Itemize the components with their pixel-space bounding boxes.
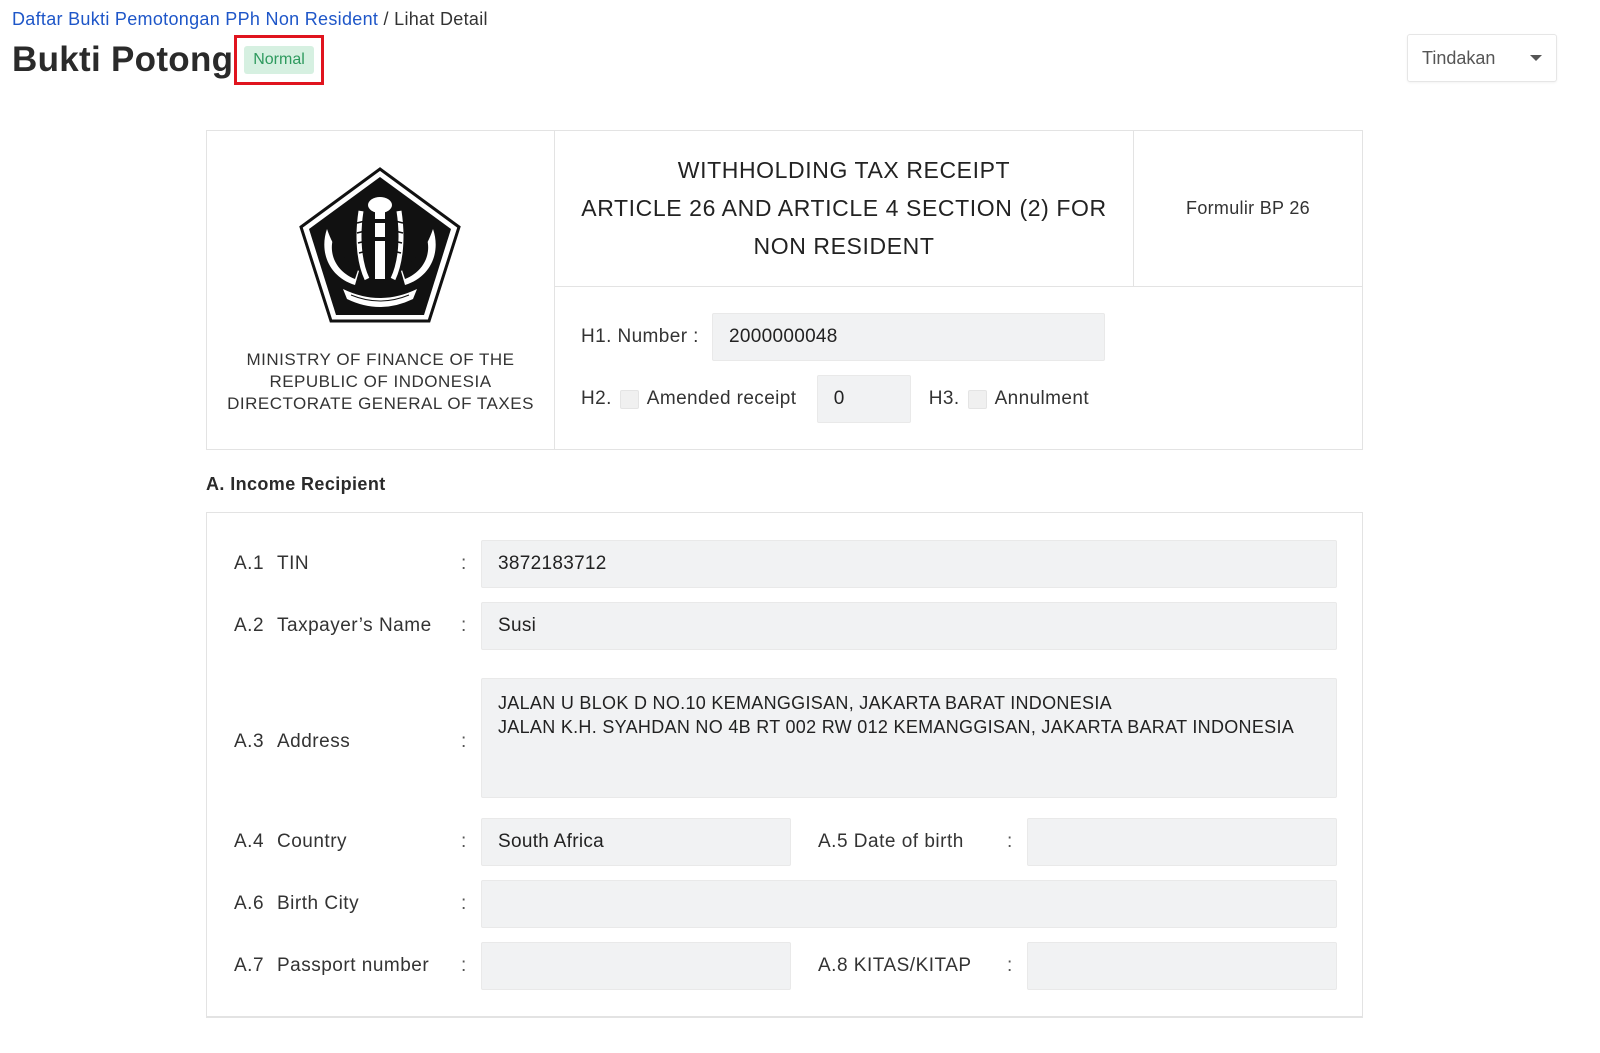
h1-row: H1. Number : 2000000048: [581, 313, 1105, 361]
passport-number-field[interactable]: [481, 942, 791, 990]
form-code: Formulir BP 26: [1134, 131, 1362, 287]
ministry-line: MINISTRY OF FINANCE OF THE: [246, 350, 515, 369]
receipt-number-field[interactable]: 2000000048: [712, 313, 1105, 361]
amended-receipt-checkbox[interactable]: [619, 389, 639, 409]
ministry-line: REPUBLIC OF INDONESIA: [269, 372, 492, 391]
annulment-checkbox[interactable]: [967, 389, 987, 409]
caret-down-icon: [1530, 55, 1542, 61]
a3-label: Address: [277, 731, 351, 752]
a4-colon: :: [461, 831, 467, 852]
section-title-income-recipient: A. Income Recipient: [206, 474, 386, 494]
a3-colon: :: [461, 731, 467, 752]
date-of-birth-field[interactable]: [1027, 818, 1337, 866]
address-line: JALAN U BLOK D NO.10 KEMANGGISAN, JAKART…: [498, 693, 1112, 713]
income-recipient-section: A.1 TIN : 3872183712 A.2 Taxpayer’s Name…: [206, 512, 1363, 1018]
address-field[interactable]: JALAN U BLOK D NO.10 KEMANGGISAN, JAKART…: [481, 678, 1337, 798]
h3-label: H3.: [928, 388, 960, 409]
a1-colon: :: [461, 553, 467, 574]
a2-code: A.2: [234, 615, 265, 636]
form-title: WITHHOLDING TAX RECEIPT ARTICLE 26 AND A…: [555, 131, 1134, 287]
a7-label: Passport number: [277, 955, 430, 976]
a7-colon: :: [461, 955, 467, 976]
form-title-line: ARTICLE 26 AND ARTICLE 4 SECTION (2) FOR: [581, 195, 1107, 221]
a8-colon: :: [1007, 955, 1013, 976]
amendment-number-field[interactable]: 0: [816, 375, 911, 423]
amended-receipt-label: Amended receipt: [646, 388, 797, 409]
tin-field[interactable]: 3872183712: [481, 540, 1337, 588]
h2-row: H2. Amended receipt 0 H3. Annulment: [581, 375, 1089, 423]
a1-code: A.1: [234, 553, 265, 574]
birth-city-field[interactable]: [481, 880, 1337, 928]
ministry-name: MINISTRY OF FINANCE OF THE REPUBLIC OF I…: [207, 349, 554, 415]
form-title-line: WITHHOLDING TAX RECEIPT: [677, 157, 1011, 183]
a6-code: A.6: [234, 893, 265, 914]
a3-code: A.3: [234, 731, 265, 752]
h2-label: H2.: [581, 388, 612, 409]
a2-label: Taxpayer’s Name: [277, 615, 432, 636]
a4-label: Country: [277, 831, 348, 852]
a4-code: A.4: [234, 831, 265, 852]
form-header: MINISTRY OF FINANCE OF THE REPUBLIC OF I…: [206, 130, 1363, 450]
ministry-line: DIRECTORATE GENERAL OF TAXES: [227, 394, 534, 413]
logo-cell: MINISTRY OF FINANCE OF THE REPUBLIC OF I…: [207, 131, 555, 449]
page-title: Bukti Potong: [12, 40, 234, 79]
a1-label: TIN: [277, 553, 310, 574]
annulment-label: Annulment: [994, 388, 1089, 409]
a6-colon: :: [461, 893, 467, 914]
breadcrumb: Daftar Bukti Pemotongan PPh Non Resident…: [12, 9, 488, 30]
status-badge: Normal: [244, 46, 314, 74]
status-highlight: Normal: [234, 35, 324, 85]
a7-code: A.7: [234, 955, 265, 976]
a5-label: A.5 Date of birth: [818, 831, 964, 852]
a5-colon: :: [1007, 831, 1013, 852]
h1-label: H1. Number :: [581, 326, 699, 347]
breadcrumb-current: Lihat Detail: [394, 9, 488, 29]
taxpayer-name-field[interactable]: Susi: [481, 602, 1337, 650]
ministry-emblem-icon: [299, 167, 461, 323]
kitas-kitap-field[interactable]: [1027, 942, 1337, 990]
country-field[interactable]: South Africa: [481, 818, 791, 866]
form-title-line: NON RESIDENT: [753, 233, 935, 259]
a8-label: A.8 KITAS/KITAP: [818, 955, 972, 976]
actions-dropdown-label: Tindakan: [1422, 47, 1496, 68]
breadcrumb-link-list[interactable]: Daftar Bukti Pemotongan PPh Non Resident: [12, 9, 378, 29]
address-line: JALAN K.H. SYAHDAN NO 4B RT 002 RW 012 K…: [498, 717, 1295, 737]
actions-dropdown[interactable]: Tindakan: [1407, 34, 1557, 82]
a6-label: Birth City: [277, 893, 360, 914]
a2-colon: :: [461, 615, 467, 636]
breadcrumb-separator: /: [383, 9, 389, 29]
